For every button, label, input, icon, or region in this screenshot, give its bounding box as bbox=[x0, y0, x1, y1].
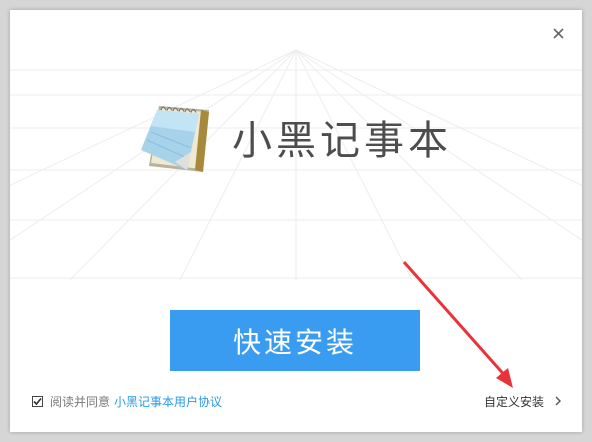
close-icon bbox=[553, 28, 564, 39]
hero-section: 小黑记事本 bbox=[10, 90, 582, 180]
installer-window: 小黑记事本 快速安装 阅读并同意 小黑记事本用户协议 自定义安装 bbox=[10, 10, 582, 432]
agreement-text: 阅读并同意 bbox=[50, 394, 111, 409]
chevron-right-icon bbox=[555, 396, 562, 406]
custom-install-label: 自定义安装 bbox=[484, 394, 545, 409]
agreement-checkbox[interactable] bbox=[32, 395, 43, 407]
check-icon bbox=[33, 397, 42, 405]
user-agreement-link[interactable]: 小黑记事本用户协议 bbox=[114, 393, 222, 410]
app-title: 小黑记事本 bbox=[232, 118, 452, 164]
agreement-row: 阅读并同意 小黑记事本用户协议 bbox=[32, 393, 222, 409]
quick-install-button[interactable]: 快速安装 bbox=[170, 310, 420, 371]
notepad-icon bbox=[141, 106, 209, 172]
custom-install-button[interactable]: 自定义安装 bbox=[484, 392, 562, 410]
close-button[interactable] bbox=[548, 23, 570, 45]
